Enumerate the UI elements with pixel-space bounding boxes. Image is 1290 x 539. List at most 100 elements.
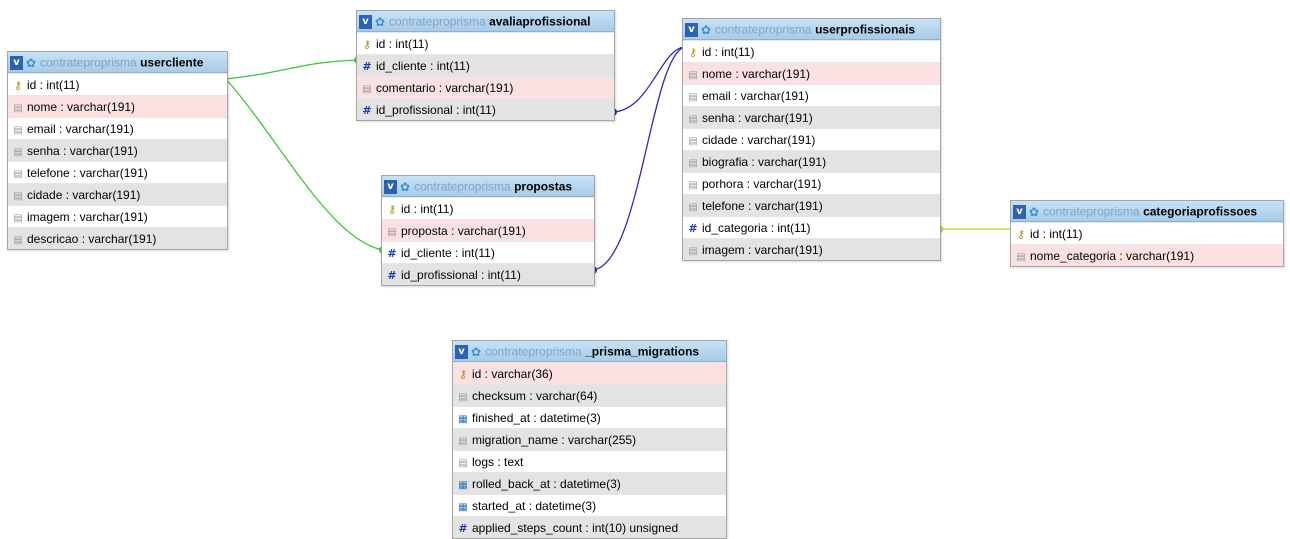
table-column-row[interactable]: ▤ email : varchar(191): [683, 84, 940, 106]
table-prisma-migrations[interactable]: v ✿ contrateproprisma _prisma_migrations ⚷ i…: [452, 340, 727, 539]
column-label: id : int(11): [376, 37, 429, 51]
database-name: contrateproprisma: [485, 344, 582, 359]
index-hash-icon: #: [387, 269, 397, 282]
index-hash-icon: #: [362, 104, 372, 117]
column-label: rolled_back_at : datetime(3): [472, 477, 621, 491]
table-userprofissionais[interactable]: v ✿ contrateproprisma userprofissionais ⚷ id…: [682, 18, 941, 261]
field-icon: ▤: [688, 180, 698, 191]
table-column-row[interactable]: ▤ telefone : varchar(191): [8, 161, 227, 183]
field-icon: ▤: [13, 235, 23, 246]
database-name: contrateproprisma: [715, 22, 812, 37]
column-label: telefone : varchar(191): [702, 199, 823, 213]
table-column-row[interactable]: ▤ nome : varchar(191): [8, 95, 227, 117]
table-name: avaliaprofissional: [489, 14, 591, 29]
relation-avaliaprofissional-usercliente[interactable]: [224, 56, 359, 81]
field-icon: ▤: [458, 458, 468, 469]
primary-key-icon: ⚷: [688, 46, 698, 59]
column-label: cidade : varchar(191): [702, 133, 816, 147]
table-column-row[interactable]: ▤ checksum : varchar(64): [453, 384, 726, 406]
column-label: nome : varchar(191): [702, 67, 811, 81]
primary-key-icon: ⚷: [13, 79, 23, 92]
table-column-row[interactable]: ▤ proposta : varchar(191): [382, 219, 594, 241]
column-label: email : varchar(191): [27, 122, 134, 136]
table-header[interactable]: v ✿ contrateproprisma propostas: [382, 176, 594, 197]
table-column-row[interactable]: # id_profissional : int(11): [382, 263, 594, 285]
table-column-row[interactable]: ▤ descricao : varchar(191): [8, 227, 227, 249]
toggle-v-icon[interactable]: v: [455, 344, 468, 359]
toggle-v-icon[interactable]: v: [10, 55, 23, 70]
table-column-row[interactable]: ▤ porhora : varchar(191): [683, 172, 940, 194]
relation-userprofissionais-categoriaprofissoes[interactable]: [939, 225, 1012, 233]
gear-icon[interactable]: ✿: [399, 181, 411, 193]
table-column-row[interactable]: ▤ telefone : varchar(191): [683, 194, 940, 216]
table-column-row[interactable]: # applied_steps_count : int(10) unsigned: [453, 516, 726, 538]
table-column-row[interactable]: ▤ logs : text: [453, 450, 726, 472]
table-column-row[interactable]: ▤ senha : varchar(191): [8, 139, 227, 161]
table-usercliente[interactable]: v ✿ contrateproprisma usercliente ⚷ id : int…: [7, 51, 228, 250]
column-label: id_cliente : int(11): [376, 59, 470, 73]
table-column-row[interactable]: ▤ nome_categoria : varchar(191): [1011, 244, 1283, 266]
table-column-row[interactable]: ⚷ id : int(11): [357, 32, 614, 54]
table-name: _prisma_migrations: [585, 344, 700, 359]
column-label: logs : text: [472, 455, 524, 469]
relation-avaliaprofissional-userprofissionais[interactable]: [612, 46, 685, 116]
gear-icon[interactable]: ✿: [700, 24, 712, 36]
column-label: id : varchar(36): [472, 367, 553, 381]
table-column-row[interactable]: ▤ senha : varchar(191): [683, 106, 940, 128]
table-header[interactable]: v ✿ contrateproprisma usercliente: [8, 52, 227, 73]
table-categoriaprofissoes[interactable]: v ✿ contrateproprisma categoriaprofissoes ⚷…: [1010, 200, 1284, 267]
field-icon: ▤: [688, 136, 698, 147]
column-label: imagem : varchar(191): [702, 243, 823, 257]
table-column-row[interactable]: ⚷ id : int(11): [1011, 222, 1283, 244]
field-icon: ▤: [688, 70, 698, 81]
table-column-row[interactable]: ▦ rolled_back_at : datetime(3): [453, 472, 726, 494]
table-header[interactable]: v ✿ contrateproprisma _prisma_migrations: [453, 341, 726, 362]
column-label: id_categoria : int(11): [702, 221, 811, 235]
column-label: id_cliente : int(11): [401, 246, 495, 260]
table-column-row[interactable]: ⚷ id : int(11): [8, 73, 227, 95]
table-column-row[interactable]: ⚷ id : varchar(36): [453, 362, 726, 384]
database-name: contrateproprisma: [1043, 204, 1140, 219]
database-name: contrateproprisma: [389, 14, 486, 29]
primary-key-icon: ⚷: [362, 38, 372, 51]
field-icon: ▤: [688, 202, 698, 213]
field-icon: ▤: [688, 158, 698, 169]
datetime-icon: ▦: [458, 502, 468, 513]
gear-icon[interactable]: ✿: [25, 57, 37, 69]
table-column-row[interactable]: ▤ nome : varchar(191): [683, 62, 940, 84]
table-column-row[interactable]: ▤ comentario : varchar(191): [357, 76, 614, 98]
table-column-row[interactable]: ▤ imagem : varchar(191): [683, 238, 940, 260]
table-column-row[interactable]: # id_categoria : int(11): [683, 216, 940, 238]
table-avaliaprofissional[interactable]: v ✿ contrateproprisma avaliaprofissional ⚷ i…: [356, 10, 615, 121]
table-column-row[interactable]: ▦ started_at : datetime(3): [453, 494, 726, 516]
table-name: propostas: [514, 179, 573, 194]
table-name: categoriaprofissoes: [1143, 204, 1258, 219]
table-column-row[interactable]: ▤ migration_name : varchar(255): [453, 428, 726, 450]
table-column-row[interactable]: ⚷ id : int(11): [382, 197, 594, 219]
table-header[interactable]: v ✿ contrateproprisma userprofissionais: [683, 19, 940, 40]
gear-icon[interactable]: ✿: [1028, 206, 1040, 218]
table-column-row[interactable]: ▤ imagem : varchar(191): [8, 205, 227, 227]
table-header[interactable]: v ✿ contrateproprisma avaliaprofissional: [357, 11, 614, 32]
table-column-row[interactable]: ⚷ id : int(11): [683, 40, 940, 62]
toggle-v-icon[interactable]: v: [1013, 204, 1026, 219]
toggle-v-icon[interactable]: v: [685, 22, 698, 37]
column-label: id_profissional : int(11): [376, 103, 496, 117]
table-column-row[interactable]: ▤ cidade : varchar(191): [683, 128, 940, 150]
table-column-row[interactable]: # id_cliente : int(11): [357, 54, 614, 76]
toggle-v-icon[interactable]: v: [384, 179, 397, 194]
table-column-row[interactable]: # id_profissional : int(11): [357, 98, 614, 120]
table-column-row[interactable]: ▤ email : varchar(191): [8, 117, 227, 139]
table-header[interactable]: v ✿ contrateproprisma categoriaprofissoes: [1011, 201, 1283, 222]
table-column-row[interactable]: ▤ biografia : varchar(191): [683, 150, 940, 172]
column-label: id : int(11): [702, 45, 755, 59]
gear-icon[interactable]: ✿: [470, 346, 482, 358]
table-column-row[interactable]: ▤ cidade : varchar(191): [8, 183, 227, 205]
table-column-row[interactable]: # id_cliente : int(11): [382, 241, 594, 263]
gear-icon[interactable]: ✿: [374, 16, 386, 28]
table-column-row[interactable]: ▦ finished_at : datetime(3): [453, 406, 726, 428]
index-hash-icon: #: [362, 60, 372, 73]
toggle-v-icon[interactable]: v: [359, 14, 372, 29]
column-label: id_profissional : int(11): [401, 268, 521, 282]
table-propostas[interactable]: v ✿ contrateproprisma propostas ⚷ id : int(1…: [381, 175, 595, 286]
